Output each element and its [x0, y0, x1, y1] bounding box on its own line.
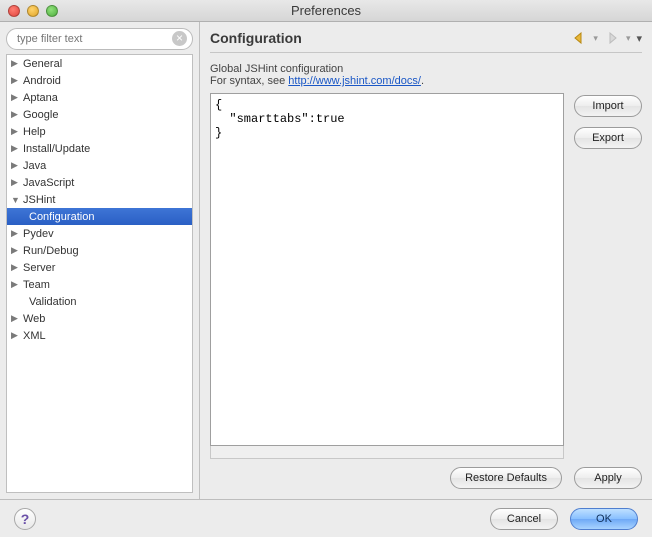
- tree-item[interactable]: ▶Android: [7, 72, 192, 89]
- tree-item-label: Help: [23, 126, 46, 138]
- tree-item[interactable]: ▶Help: [7, 123, 192, 140]
- nav-sep-1: ▾: [593, 33, 598, 44]
- disclosure-triangle-icon: ▶: [11, 126, 21, 137]
- back-icon[interactable]: [571, 31, 587, 45]
- tree-item-label: Team: [23, 279, 50, 291]
- window-title: Preferences: [0, 3, 652, 18]
- disclosure-triangle-icon: ▶: [11, 228, 21, 239]
- tree-item-label: JSHint: [23, 194, 55, 206]
- disclosure-triangle-icon: ▶: [11, 58, 21, 69]
- tree-item-label: Server: [23, 262, 55, 274]
- sidebar: × ▶General▶Android▶Aptana▶Google▶Help▶In…: [0, 22, 200, 499]
- disclosure-triangle-icon: ▶: [11, 262, 21, 273]
- export-button[interactable]: Export: [574, 127, 642, 149]
- tree-item-label: XML: [23, 330, 46, 342]
- tree-item[interactable]: ▶XML: [7, 327, 192, 344]
- help-icon[interactable]: ?: [14, 508, 36, 530]
- apply-button[interactable]: Apply: [574, 467, 642, 489]
- import-button[interactable]: Import: [574, 95, 642, 117]
- horizontal-scrollbar[interactable]: [210, 446, 564, 459]
- forward-icon: [604, 31, 620, 45]
- tree-item-label: Google: [23, 109, 58, 121]
- titlebar: Preferences: [0, 0, 652, 22]
- config-editor[interactable]: [210, 93, 564, 446]
- main-panel: Configuration ▾ ▾ ▾ Global JSHint config…: [200, 22, 652, 499]
- page-nav: ▾ ▾ ▾: [571, 31, 642, 45]
- tree-item-label: Java: [23, 160, 46, 172]
- preferences-tree[interactable]: ▶General▶Android▶Aptana▶Google▶Help▶Inst…: [6, 54, 193, 493]
- cancel-button[interactable]: Cancel: [490, 508, 558, 530]
- disclosure-triangle-icon: ▶: [11, 109, 21, 120]
- tree-item[interactable]: ▶Team: [7, 276, 192, 293]
- filter-input[interactable]: [6, 28, 193, 50]
- description-line2: For syntax, see http://www.jshint.com/do…: [210, 75, 642, 87]
- tree-item[interactable]: ▶Run/Debug: [7, 242, 192, 259]
- tree-item-label: Pydev: [23, 228, 54, 240]
- tree-item[interactable]: ▶Web: [7, 310, 192, 327]
- tree-item-label: Aptana: [23, 92, 58, 104]
- tree-item[interactable]: ▶Java: [7, 157, 192, 174]
- disclosure-triangle-icon: ▶: [11, 313, 21, 324]
- restore-defaults-button[interactable]: Restore Defaults: [450, 467, 562, 489]
- disclosure-triangle-icon: ▶: [11, 75, 21, 86]
- tree-item[interactable]: ▶Aptana: [7, 89, 192, 106]
- tree-item-label: Run/Debug: [23, 245, 79, 257]
- dialog-footer: ? Cancel OK: [0, 499, 652, 537]
- disclosure-triangle-icon: ▶: [11, 92, 21, 103]
- disclosure-triangle-icon: ▶: [11, 245, 21, 256]
- ok-button[interactable]: OK: [570, 508, 638, 530]
- tree-item-label: Android: [23, 75, 61, 87]
- disclosure-triangle-icon: ▶: [11, 177, 21, 188]
- tree-child-item[interactable]: Configuration: [7, 208, 192, 225]
- tree-item-label: Install/Update: [23, 143, 90, 155]
- description-line1: Global JSHint configuration: [210, 63, 642, 75]
- tree-item[interactable]: ▶Google: [7, 106, 192, 123]
- syntax-prefix: For syntax, see: [210, 75, 288, 87]
- tree-item-label: General: [23, 58, 62, 70]
- tree-item-label: JavaScript: [23, 177, 74, 189]
- nav-sep-2: ▾: [626, 33, 631, 44]
- tree-item[interactable]: ▶Pydev: [7, 225, 192, 242]
- disclosure-triangle-icon: ▶: [11, 143, 21, 154]
- disclosure-triangle-icon: ▶: [11, 279, 21, 290]
- tree-item[interactable]: ▶JavaScript: [7, 174, 192, 191]
- clear-filter-icon[interactable]: ×: [172, 31, 187, 46]
- description: Global JSHint configuration For syntax, …: [210, 63, 642, 87]
- disclosure-triangle-icon: ▶: [11, 330, 21, 341]
- tree-item-label: Web: [23, 313, 45, 325]
- tree-child-item[interactable]: Validation: [7, 293, 192, 310]
- syntax-suffix: .: [421, 75, 424, 87]
- tree-item-label: Validation: [29, 296, 77, 308]
- menu-dropdown-icon[interactable]: ▾: [636, 32, 642, 45]
- tree-item[interactable]: ▶General: [7, 55, 192, 72]
- tree-item-label: Configuration: [29, 211, 94, 223]
- syntax-docs-link[interactable]: http://www.jshint.com/docs/: [288, 75, 421, 87]
- page-title: Configuration: [210, 30, 302, 46]
- tree-item[interactable]: ▶Server: [7, 259, 192, 276]
- disclosure-triangle-icon: ▶: [11, 160, 21, 171]
- tree-item[interactable]: ▶Install/Update: [7, 140, 192, 157]
- tree-item[interactable]: ▼JSHint: [7, 191, 192, 208]
- disclosure-triangle-icon: ▼: [11, 195, 21, 205]
